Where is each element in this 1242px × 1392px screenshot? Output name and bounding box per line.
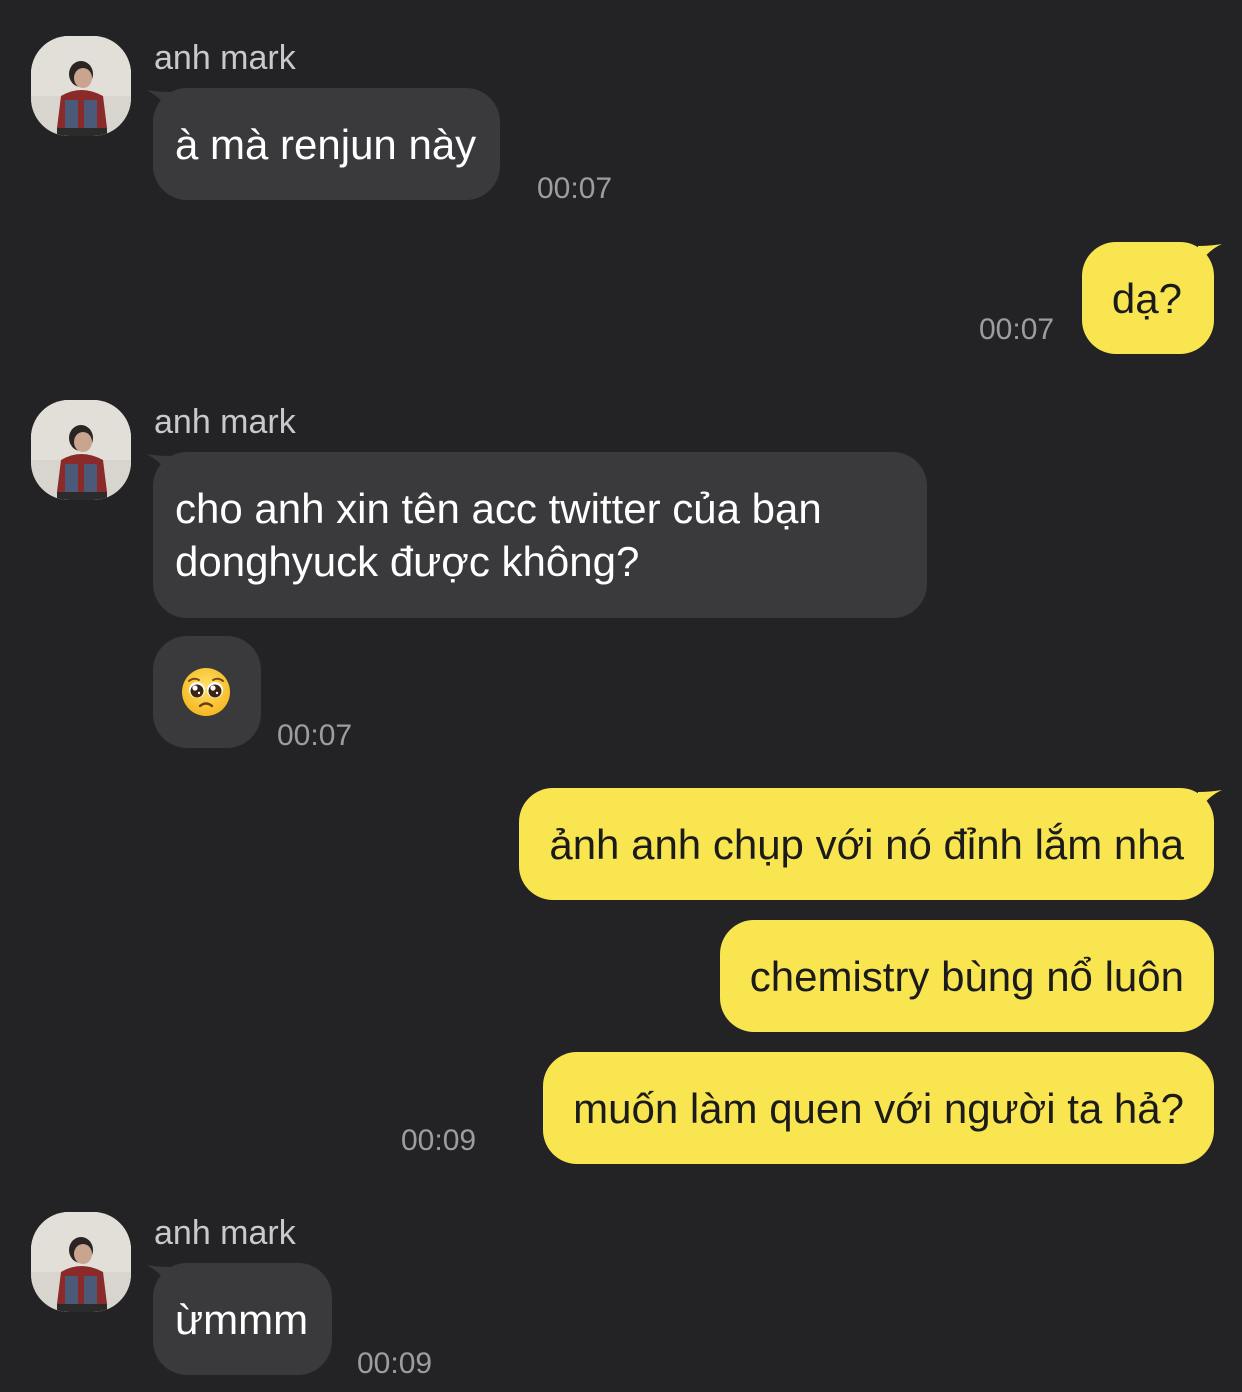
message-text: à mà renjun này [175,121,477,168]
timestamp: 00:07 [277,719,353,752]
emoji-bubble[interactable] [153,636,261,748]
avatar-photo-icon [31,400,131,500]
message-text: chemistry bùng nổ luôn [749,953,1184,1000]
message-bubble[interactable]: cho anh xin tên acc twitter của bạn dong… [153,452,927,618]
message-bubble[interactable]: ừmmm [153,1263,333,1375]
sender-name: anh mark [154,39,296,77]
message-bubble[interactable]: ảnh anh chụp với nó đỉnh lắm nha [519,788,1214,900]
message-text: ảnh anh chụp với nó đỉnh lắm nha [549,821,1184,868]
message-text: muốn làm quen với người ta hả? [573,1085,1184,1132]
message-text-line: donghyuck được không? [175,538,640,585]
pleading-face-icon [182,668,230,716]
message-bubble[interactable]: à mà renjun này [153,88,501,200]
sender-name: anh mark [154,1214,296,1252]
avatar-photo-icon [31,1212,131,1312]
message-bubble[interactable]: chemistry bùng nổ luôn [719,920,1214,1032]
message-bubble[interactable]: muốn làm quen với người ta hả? [543,1052,1214,1164]
timestamp: 00:09 [401,1124,477,1157]
timestamp: 00:07 [979,313,1055,346]
avatar[interactable] [31,1212,131,1312]
message-bubble[interactable]: dạ? [1081,242,1214,354]
message-text-line: cho anh xin tên acc twitter của bạn [175,485,822,532]
timestamp: 00:09 [357,1347,433,1380]
timestamp: 00:07 [537,172,613,205]
avatar[interactable] [31,36,131,136]
message-text: ừmmm [175,1296,309,1343]
message-text: dạ? [1111,275,1182,322]
sender-name: anh mark [154,403,296,441]
avatar[interactable] [31,400,131,500]
avatar-photo-icon [31,36,131,136]
